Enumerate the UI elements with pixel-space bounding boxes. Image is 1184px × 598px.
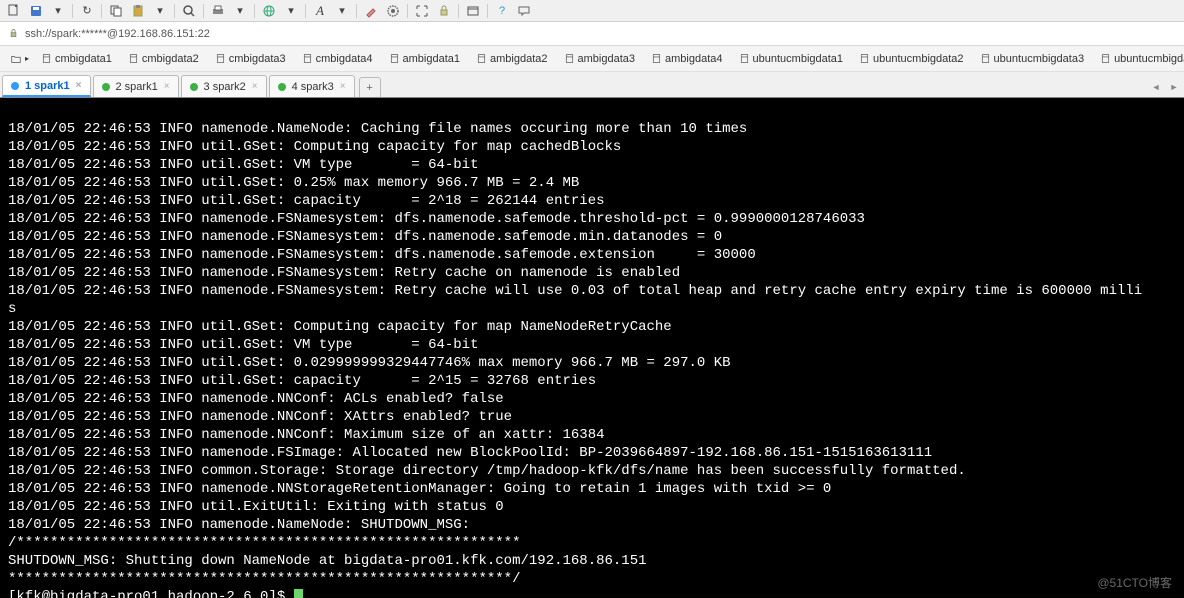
prompt: [kfk@bigdata-pro01 hadoop-2.6.0]$ [8,589,294,598]
bookmark-icon [564,53,575,64]
bookmark-item[interactable]: cmbigdata3 [209,51,292,67]
dropdown-icon[interactable]: ▾ [230,2,250,20]
main-toolbar: ▾ ↻ ▾ ▾ ▾ A ▾ ? [0,0,1184,22]
dropdown-icon[interactable]: ▾ [48,2,68,20]
search-icon[interactable] [179,2,199,20]
bookmark-label: ubuntucmbigdata2 [873,53,964,65]
chat-icon[interactable] [514,2,534,20]
bookmark-label: cmbigdata4 [316,53,373,65]
bookmark-icon [651,53,662,64]
window-icon[interactable] [463,2,483,20]
bookmark-icon [302,53,313,64]
session-tab[interactable]: 3 spark2 × [181,75,267,97]
add-tab-button[interactable]: + [359,77,381,97]
copy-icon[interactable] [106,2,126,20]
session-tab[interactable]: 2 spark1 × [93,75,179,97]
session-tab[interactable]: 4 spark3 × [269,75,355,97]
bookmark-label: ambigdata1 [403,53,461,65]
new-file-icon[interactable] [4,2,24,20]
help-icon[interactable]: ? [492,2,512,20]
dropdown-icon[interactable]: ▾ [281,2,301,20]
gear-icon[interactable] [383,2,403,20]
bookmark-icon [128,53,139,64]
bookmark-icon [739,53,750,64]
separator [254,4,255,18]
status-dot-icon [102,83,110,91]
bookmark-label: ubuntucmbigdata1 [753,53,844,65]
redo-icon[interactable]: ↻ [77,2,97,20]
expand-icon[interactable] [412,2,432,20]
separator [356,4,357,18]
bookmark-item[interactable]: cmbigdata4 [296,51,379,67]
separator [487,4,488,18]
close-icon[interactable]: × [252,81,258,92]
bookmark-item[interactable]: cmbigdata1 [35,51,118,67]
bookmark-label: ambigdata3 [578,53,636,65]
bookmark-icon [476,53,487,64]
tools-icon[interactable] [361,2,381,20]
font-icon[interactable]: A [310,2,330,20]
bookmark-label: ambigdata2 [490,53,548,65]
bookmark-label: cmbigdata1 [55,53,112,65]
save-icon[interactable] [26,2,46,20]
watermark: @51CTO博客 [1097,574,1172,592]
url-text: ssh://spark:******@192.168.86.151:22 [25,28,210,40]
bookmark-icon [389,53,400,64]
lock-icon[interactable] [434,2,454,20]
bookmark-label: cmbigdata2 [142,53,199,65]
bookmark-item[interactable]: ambigdata3 [558,51,642,67]
dropdown-icon[interactable]: ▾ [150,2,170,20]
tab-label: 3 spark2 [204,81,246,93]
separator [407,4,408,18]
status-dot-icon [11,82,19,90]
bookmark-item[interactable]: ambigdata2 [470,51,554,67]
tab-label: 1 spark1 [25,80,70,92]
bookmark-icon [980,53,991,64]
bookmark-item[interactable]: cmbigdata2 [122,51,205,67]
bookmark-icon [859,53,870,64]
bookmarks-folder-icon[interactable]: ▸ [4,51,31,67]
printer-icon[interactable] [208,2,228,20]
bookmark-label: ambigdata4 [665,53,723,65]
status-dot-icon [190,83,198,91]
bookmark-item[interactable]: ubuntucmbigdata1 [733,51,850,67]
close-icon[interactable]: × [164,81,170,92]
bookmark-icon [1100,53,1111,64]
tab-label: 4 spark3 [292,81,334,93]
bookmarks-bar: ▸ cmbigdata1 cmbigdata2 cmbigdata3 cmbigdat… [0,46,1184,72]
separator [174,4,175,18]
tab-prev-icon[interactable]: ◄ [1148,79,1164,95]
lock-icon [8,28,19,39]
close-icon[interactable]: × [76,80,82,91]
paste-icon[interactable] [128,2,148,20]
separator [458,4,459,18]
status-dot-icon [278,83,286,91]
terminal-output[interactable]: 18/01/05 22:46:53 INFO namenode.NameNode… [0,98,1184,598]
bookmark-icon [41,53,52,64]
bookmark-label: ubuntucmbigdata4 [1114,53,1184,65]
separator [72,4,73,18]
close-icon[interactable]: × [340,81,346,92]
session-tabs: 1 spark1 × 2 spark1 × 3 spark2 × 4 spark3 × + ◄… [0,72,1184,98]
separator [101,4,102,18]
separator [203,4,204,18]
bookmark-item[interactable]: ubuntucmbigdata3 [974,51,1091,67]
session-tab[interactable]: 1 spark1 × [2,75,91,97]
dropdown-icon[interactable]: ▾ [332,2,352,20]
bookmark-item[interactable]: ubuntucmbigdata4 [1094,51,1184,67]
bookmark-label: cmbigdata3 [229,53,286,65]
cursor [294,589,303,598]
globe-icon[interactable] [259,2,279,20]
bookmark-label: ubuntucmbigdata3 [994,53,1085,65]
tab-next-icon[interactable]: ► [1166,79,1182,95]
tab-label: 2 spark1 [116,81,158,93]
bookmark-item[interactable]: ambigdata4 [645,51,729,67]
bookmark-item[interactable]: ubuntucmbigdata2 [853,51,970,67]
bookmark-item[interactable]: ambigdata1 [383,51,467,67]
separator [305,4,306,18]
bookmark-icon [215,53,226,64]
address-bar[interactable]: ssh://spark:******@192.168.86.151:22 [0,22,1184,46]
